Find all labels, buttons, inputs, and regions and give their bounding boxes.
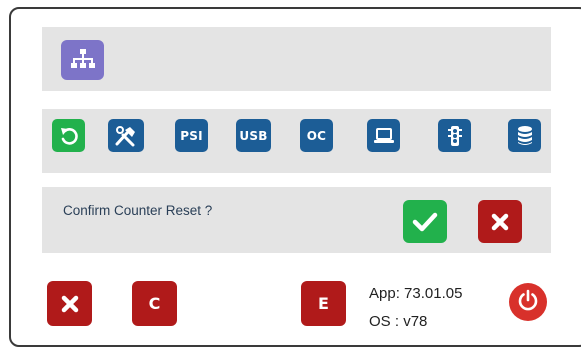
traffic-light-icon: [447, 125, 463, 147]
confirm-panel: [42, 187, 551, 253]
reset-counter-button[interactable]: [52, 119, 85, 152]
e-button-label: E: [318, 294, 329, 313]
psi-button[interactable]: PSI: [175, 119, 208, 152]
os-version-row: OS : v78: [369, 313, 427, 330]
usb-label: USB: [239, 128, 268, 143]
app-version-row: App: 73.01.05: [369, 285, 462, 302]
laptop-button[interactable]: [367, 119, 400, 152]
app-version: 73.01.05: [404, 285, 463, 302]
confirm-cancel-button[interactable]: [478, 200, 522, 243]
e-button[interactable]: E: [301, 281, 346, 326]
close-icon: [60, 294, 80, 314]
top-bar: [42, 27, 551, 91]
oc-button[interactable]: OC: [300, 119, 333, 152]
signal-button[interactable]: [438, 119, 471, 152]
close-icon: [490, 212, 510, 232]
confirm-message: Confirm Counter Reset ?: [63, 203, 213, 218]
psi-label: PSI: [180, 128, 203, 143]
os-label: OS :: [369, 313, 400, 330]
c-button[interactable]: C: [132, 281, 177, 326]
reset-icon: [59, 126, 79, 146]
power-icon: [516, 288, 540, 316]
database-button[interactable]: [508, 119, 541, 152]
sitemap-icon: [70, 48, 96, 72]
oc-label: OC: [306, 128, 327, 143]
laptop-icon: [373, 127, 395, 145]
sitemap-button[interactable]: [61, 40, 104, 80]
tools-icon: [113, 124, 139, 148]
usb-button[interactable]: USB: [236, 119, 271, 152]
clear-button[interactable]: [47, 281, 92, 326]
os-version: v78: [403, 313, 428, 330]
check-icon: [412, 211, 438, 233]
app-label: App:: [369, 285, 400, 302]
c-button-label: C: [148, 294, 161, 313]
database-icon: [516, 125, 534, 147]
calibration-button[interactable]: [108, 119, 144, 152]
power-button[interactable]: [509, 283, 547, 321]
confirm-ok-button[interactable]: [403, 200, 447, 243]
